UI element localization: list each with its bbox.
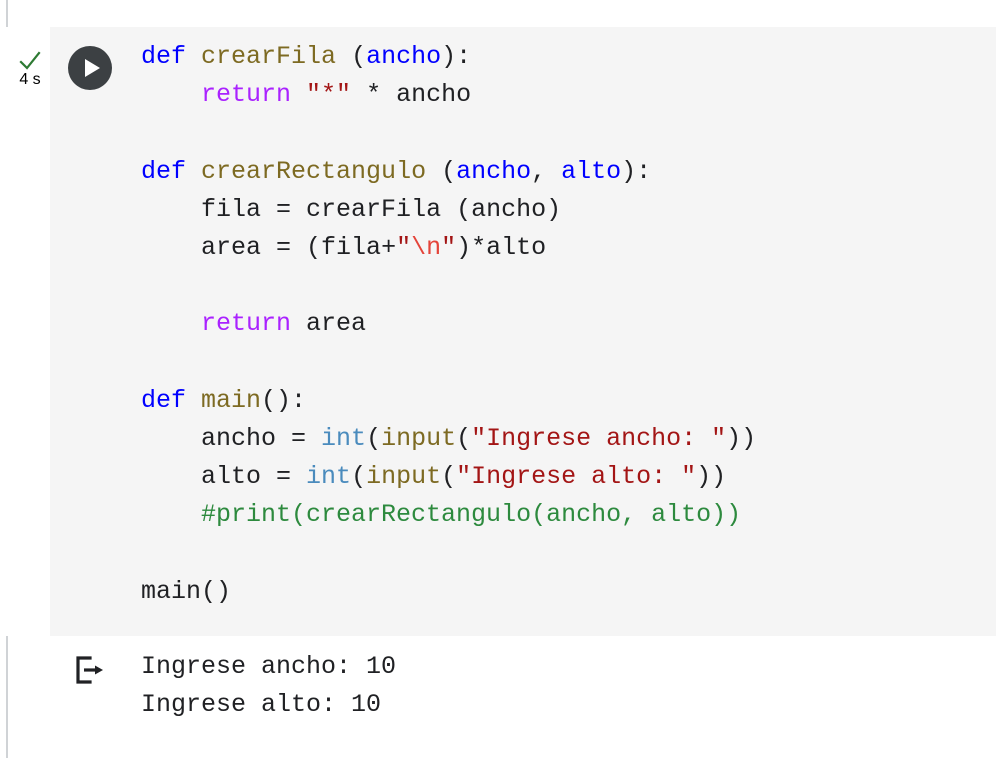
code-line: return area	[141, 305, 996, 343]
token-string: "Ingrese alto: "	[456, 462, 697, 492]
execution-time-label: 4 s	[19, 71, 41, 88]
code-cell[interactable]: def crearFila (ancho): return "*" * anch…	[50, 27, 996, 636]
token-parameter: alto	[561, 156, 622, 186]
token-identifier: fila	[201, 194, 262, 224]
token-identifier: alto	[201, 462, 262, 492]
token-parameter: ancho	[456, 156, 532, 186]
code-line: ancho = int(input("Ingrese ancho: "))	[201, 423, 757, 453]
code-line: area = (fila+"\n")*alto	[201, 232, 547, 262]
token-identifier: ancho	[201, 423, 277, 453]
execution-status[interactable]: 4 s	[10, 51, 50, 89]
token-string-escape: \n	[411, 232, 442, 262]
token-function-name: crearRectangulo	[201, 156, 427, 186]
check-icon	[19, 51, 41, 70]
token-function-name: crearFila	[201, 42, 337, 71]
token-builtin: int	[321, 423, 367, 453]
code-line: alto = int(input("Ingrese alto: "))	[201, 462, 727, 492]
token-identifier: fila	[321, 232, 382, 262]
token-parameter: ancho	[366, 42, 442, 71]
token-identifier: alto	[486, 232, 547, 262]
code-line: #print(crearRectangulo(ancho, alto))	[141, 496, 996, 534]
token-string-quote: "	[396, 232, 412, 262]
play-icon	[85, 59, 100, 77]
token-string: "Ingrese ancho: "	[471, 423, 727, 453]
token-string-quote: "	[441, 232, 457, 262]
code-line: fila = crearFila (ancho)	[201, 194, 562, 224]
token-builtin-input: input	[381, 423, 457, 453]
token-identifier: area	[306, 309, 367, 339]
token-keyword-return: return	[201, 309, 292, 339]
code-line: return "*" * ancho	[201, 80, 472, 110]
token-identifier: area	[201, 232, 262, 262]
run-cell-button[interactable]	[68, 46, 112, 90]
token-function-name: main	[201, 385, 262, 415]
token-string: "*"	[306, 80, 352, 110]
token-builtin-input: input	[366, 462, 442, 492]
token-call: crearFila	[306, 194, 442, 224]
token-keyword: def	[141, 156, 187, 186]
code-line: def crearRectangulo (ancho, alto):	[141, 156, 652, 186]
output-stream-text: Ingrese ancho: 10 Ingrese alto: 10	[141, 648, 396, 724]
code-line: def crearFila (ancho):	[141, 42, 472, 71]
code-line: main()	[141, 573, 996, 611]
token-identifier: ancho	[396, 80, 472, 110]
output-line: Ingrese alto: 10	[141, 690, 382, 720]
token-keyword: def	[141, 42, 187, 71]
token-comment: #print(crearRectangulo(ancho, alto))	[201, 500, 742, 530]
token-identifier: ancho	[471, 194, 547, 224]
output-line: Ingrese ancho: 10	[141, 652, 397, 681]
cell-output: Ingrese ancho: 10 Ingrese alto: 10	[50, 636, 996, 764]
token-keyword-return: return	[201, 80, 292, 110]
token-call-main: main()	[141, 576, 232, 606]
token-keyword: def	[141, 385, 187, 415]
token-builtin: int	[306, 462, 352, 492]
code-editor[interactable]: def crearFila (ancho): return "*" * anch…	[141, 38, 996, 636]
output-arrow-icon	[76, 656, 103, 684]
cell-gutter: 4 s	[0, 27, 50, 636]
code-line: def main():	[141, 385, 307, 415]
